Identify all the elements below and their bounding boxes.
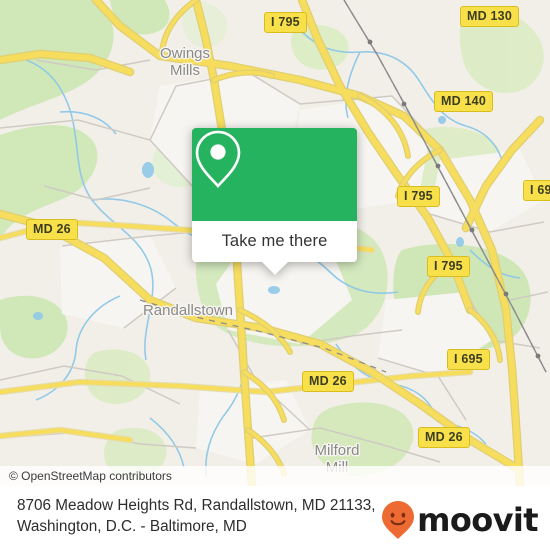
highway-shield-i695-south: I 695: [447, 349, 490, 370]
shield-label: I 795: [404, 189, 433, 203]
moovit-map-screenshot: Owings Mills Randallstown Milford Mill I…: [0, 0, 550, 550]
moovit-logo[interactable]: moovit: [381, 500, 539, 540]
map-attribution-bar: © OpenStreetMap contributors: [0, 466, 550, 486]
shield-label: I 695: [530, 183, 550, 197]
highway-shield-md140: MD 140: [434, 91, 493, 112]
highway-shield-i695-east: I 695: [523, 180, 550, 201]
moovit-smiley-pin-icon: [382, 501, 415, 539]
popup-marker-area: [192, 128, 357, 221]
highway-shield-i795-south: I 795: [427, 256, 470, 277]
address-line-1: 8706 Meadow Heights Rd, Randallstown, MD…: [17, 497, 376, 514]
take-me-there-label: Take me there: [221, 232, 328, 250]
address-block: 8706 Meadow Heights Rd, Randallstown, MD…: [17, 495, 417, 537]
shield-label: I 795: [271, 15, 300, 29]
shield-label: MD 26: [33, 222, 71, 236]
shield-label: MD 140: [441, 94, 486, 108]
highway-shield-i795-north: I 795: [264, 12, 307, 33]
shield-label: I 795: [434, 259, 463, 273]
highway-shield-i795-mid: I 795: [397, 186, 440, 207]
highway-shield-md26-west: MD 26: [26, 219, 78, 240]
map-canvas[interactable]: Owings Mills Randallstown Milford Mill I…: [0, 0, 550, 486]
footer-bar: 8706 Meadow Heights Rd, Randallstown, MD…: [0, 486, 550, 550]
shield-label: I 695: [454, 352, 483, 366]
shield-label: MD 26: [425, 430, 463, 444]
osm-attribution-text[interactable]: © OpenStreetMap contributors: [0, 469, 172, 483]
map-pin-icon: [195, 130, 241, 188]
highway-shield-md130: MD 130: [460, 6, 519, 27]
highway-shield-md26-center: MD 26: [302, 371, 354, 392]
moovit-wordmark: moovit: [417, 501, 538, 539]
shield-label: MD 130: [467, 9, 512, 23]
address-line-2: Washington, D.C. - Baltimore, MD: [17, 518, 247, 535]
take-me-there-button[interactable]: Take me there: [192, 221, 357, 262]
popup-pointer-tip: [261, 262, 288, 275]
shield-label: MD 26: [309, 374, 347, 388]
destination-popup-card[interactable]: Take me there: [192, 128, 357, 275]
highway-shield-md26-east: MD 26: [418, 427, 470, 448]
